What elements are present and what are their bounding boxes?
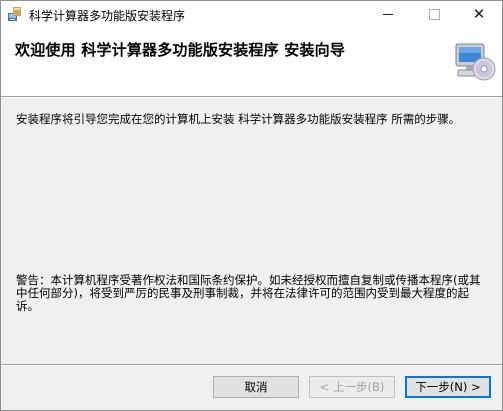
cancel-button[interactable]: 取消: [213, 376, 299, 398]
copyright-warning: 警告：本计算机程序受著作权法和国际条约保护。如未经授权而擅自复制或传播本程序(或…: [16, 273, 481, 313]
maximize-icon: [428, 8, 440, 20]
footer-divider-highlight: [1, 365, 502, 366]
banner-title: 欢迎使用 科学计算器多功能版安装程序 安装向导: [15, 41, 346, 59]
installer-window: 科学计算器多功能版安装程序 ✕ 欢迎使用 科学计算器多功能版安装程序 安装向导 …: [0, 0, 503, 411]
next-button[interactable]: 下一步(N) >: [405, 376, 491, 398]
back-button: < 上一步(B): [309, 376, 395, 398]
minimize-icon: [383, 13, 393, 15]
banner-divider: [1, 97, 502, 98]
header-banner: 欢迎使用 科学计算器多功能版安装程序 安装向导: [1, 28, 502, 97]
close-button[interactable]: ✕: [456, 1, 502, 28]
computer-cd-icon: [455, 43, 496, 81]
title-bar[interactable]: 科学计算器多功能版安装程序 ✕: [1, 1, 502, 28]
minimize-button[interactable]: [365, 1, 411, 28]
intro-text: 安装程序将引导您完成在您的计算机上安装 科学计算器多功能版安装程序 所需的步骤。: [16, 112, 461, 126]
close-icon: ✕: [472, 5, 486, 23]
maximize-button[interactable]: [411, 1, 457, 28]
window-title: 科学计算器多功能版安装程序: [29, 9, 186, 23]
installer-app-icon: [8, 7, 21, 21]
